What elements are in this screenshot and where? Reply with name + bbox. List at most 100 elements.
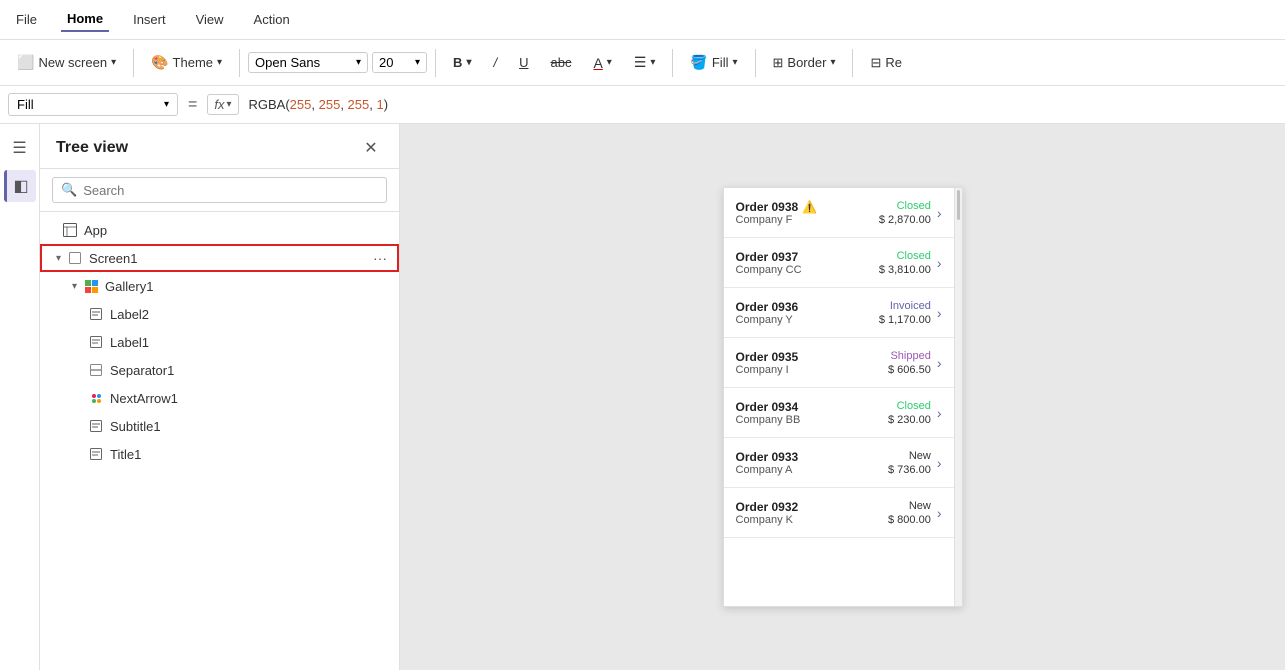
- toolbar-sep-4: [672, 49, 673, 77]
- tree-item-label2[interactable]: Label2: [40, 300, 399, 328]
- align-icon: ☰: [634, 54, 647, 71]
- separator1-icon: [88, 362, 104, 378]
- reorder-icon: ⊟: [870, 55, 881, 71]
- item-company-0936: Company Y: [736, 314, 873, 326]
- fx-button[interactable]: fx ▾: [207, 94, 238, 115]
- item-amount-0932: $ 800.00: [888, 514, 931, 526]
- bold-button[interactable]: B ▾: [444, 50, 480, 75]
- reorder-label: Re: [885, 55, 902, 70]
- toolbar-sep-3: [435, 49, 436, 77]
- rgba-comma-1: ,: [311, 97, 318, 112]
- menu-bar: File Home Insert View Action: [0, 0, 1285, 40]
- strikethrough-button[interactable]: abc: [541, 50, 580, 75]
- font-color-button[interactable]: A ▾: [584, 50, 620, 76]
- gallery1-label: Gallery1: [105, 279, 391, 294]
- gallery-item-0936[interactable]: Order 0936 Company Y Invoiced $ 1,170.00…: [724, 288, 954, 338]
- app-label: App: [84, 223, 391, 238]
- tree-view-title: Tree view: [56, 139, 128, 157]
- toolbar: ⬜ New screen ▾ 🎨 Theme ▾ Open Sans ▾ 20 …: [0, 40, 1285, 86]
- new-screen-label: New screen: [38, 55, 107, 70]
- item-amount-0938: $ 2,870.00: [879, 214, 931, 226]
- gallery1-icon: [83, 278, 99, 294]
- gallery-item-0934[interactable]: Order 0934 Company BB Closed $ 230.00 ›: [724, 388, 954, 438]
- gallery-item-0938[interactable]: Order 0938 ⚠️ Company F Closed $ 2,870.0…: [724, 188, 954, 238]
- tree-item-screen1[interactable]: ▾ Screen1 ···: [40, 244, 399, 272]
- separator1-label: Separator1: [110, 363, 391, 378]
- scroll-thumb[interactable]: [957, 190, 960, 220]
- item-info-0932: Order 0932 Company K: [736, 500, 883, 526]
- tree-item-label1[interactable]: Label1: [40, 328, 399, 356]
- menu-home[interactable]: Home: [61, 7, 109, 32]
- app-icon: [62, 222, 78, 238]
- underline-button[interactable]: U: [510, 50, 537, 75]
- fill-button[interactable]: 🪣 Fill ▾: [681, 49, 746, 76]
- search-input[interactable]: [83, 183, 378, 198]
- item-order-0935: Order 0935: [736, 350, 883, 364]
- italic-label: /: [493, 55, 497, 70]
- left-icons-panel: ☰ ◧: [0, 124, 40, 670]
- item-status-0932: New: [909, 500, 931, 512]
- item-amount-0936: $ 1,170.00: [879, 314, 931, 326]
- property-dropdown[interactable]: Fill ▾: [8, 93, 178, 116]
- item-right-0934: Closed $ 230.00: [888, 400, 931, 426]
- gallery-item-0937[interactable]: Order 0937 Company CC Closed $ 3,810.00 …: [724, 238, 954, 288]
- tree-item-app[interactable]: App: [40, 216, 399, 244]
- font-color-chevron-icon: ▾: [607, 57, 612, 68]
- item-arrow-0932: ›: [937, 505, 942, 521]
- tree-item-gallery1[interactable]: ▾ Gallery1: [40, 272, 399, 300]
- screen1-more-button[interactable]: ···: [369, 248, 391, 268]
- item-info-0935: Order 0935 Company I: [736, 350, 883, 376]
- tree-item-separator1[interactable]: Separator1: [40, 356, 399, 384]
- fx-chevron-icon: ▾: [226, 99, 231, 110]
- item-order-0938: Order 0938: [736, 200, 799, 214]
- bold-label: B: [453, 55, 462, 70]
- item-right-0932: New $ 800.00: [888, 500, 931, 526]
- font-size-chevron-icon: ▾: [415, 57, 420, 68]
- gallery-item-0933[interactable]: Order 0933 Company A New $ 736.00 ›: [724, 438, 954, 488]
- toolbar-sep-6: [852, 49, 853, 77]
- gallery-item-0935[interactable]: Order 0935 Company I Shipped $ 606.50 ›: [724, 338, 954, 388]
- menu-file[interactable]: File: [10, 8, 43, 31]
- tree-header: Tree view ✕: [40, 124, 399, 169]
- rgba-close: ): [384, 97, 388, 112]
- menu-insert[interactable]: Insert: [127, 8, 172, 31]
- theme-button[interactable]: 🎨 Theme ▾: [142, 49, 231, 76]
- item-right-0935: Shipped $ 606.50: [888, 350, 931, 376]
- new-screen-chevron-icon: ▾: [111, 57, 116, 68]
- border-button[interactable]: ⊞ Border ▾: [764, 50, 845, 76]
- tree-item-title1[interactable]: Title1: [40, 440, 399, 468]
- tree-item-subtitle1[interactable]: Subtitle1: [40, 412, 399, 440]
- font-size-selector[interactable]: 20 ▾: [372, 52, 427, 73]
- menu-action[interactable]: Action: [248, 8, 296, 31]
- new-screen-button[interactable]: ⬜ New screen ▾: [8, 49, 125, 76]
- formula-value[interactable]: RGBA(255, 255, 255, 1): [245, 95, 1278, 114]
- search-box[interactable]: 🔍: [52, 177, 387, 203]
- gallery-item-0932[interactable]: Order 0932 Company K New $ 800.00 ›: [724, 488, 954, 538]
- subtitle1-label: Subtitle1: [110, 419, 391, 434]
- search-icon: 🔍: [61, 182, 77, 198]
- fx-label: fx: [214, 97, 224, 112]
- rgba-a: 1: [376, 97, 383, 112]
- item-arrow-0934: ›: [937, 405, 942, 421]
- layers-button[interactable]: ◧: [4, 170, 36, 202]
- main-layout: ☰ ◧ Tree view ✕ 🔍: [0, 124, 1285, 670]
- item-company-0932: Company K: [736, 514, 883, 526]
- hamburger-menu-button[interactable]: ☰: [4, 132, 36, 164]
- scroll-track[interactable]: [954, 188, 962, 606]
- item-order-0933: Order 0933: [736, 450, 883, 464]
- gallery1-chevron-icon: ▾: [72, 281, 77, 292]
- item-arrow-0935: ›: [937, 355, 942, 371]
- toolbar-sep-2: [239, 49, 240, 77]
- italic-button[interactable]: /: [484, 50, 506, 75]
- tree-close-button[interactable]: ✕: [359, 136, 383, 160]
- underline-label: U: [519, 55, 528, 70]
- align-button[interactable]: ☰ ▾: [625, 49, 665, 76]
- reorder-button[interactable]: ⊟ Re: [861, 50, 911, 76]
- font-selector[interactable]: Open Sans ▾: [248, 52, 368, 73]
- toolbar-sep-5: [755, 49, 756, 77]
- item-info-0934: Order 0934 Company BB: [736, 400, 883, 426]
- subtitle1-icon: [88, 418, 104, 434]
- tree-item-nextarrow1[interactable]: NextArrow1: [40, 384, 399, 412]
- menu-view[interactable]: View: [190, 8, 230, 31]
- screen1-chevron-icon: ▾: [56, 253, 61, 264]
